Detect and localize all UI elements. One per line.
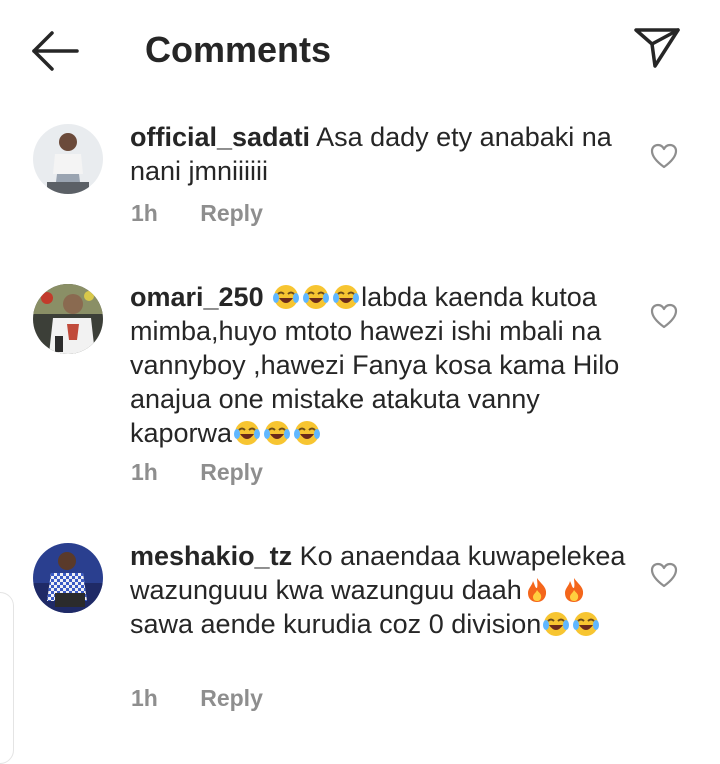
reply-button[interactable]: Reply [200,200,263,226]
reply-button[interactable]: Reply [200,685,263,711]
comment-time: 1h [131,200,158,226]
face-with-tears-of-joy-icon [333,285,360,309]
like-button[interactable] [650,143,678,169]
comment-meta: 1h Reply [131,198,263,228]
face-with-tears-of-joy-icon [294,421,321,445]
face-with-tears-of-joy-icon [573,612,600,636]
back-button[interactable] [30,28,82,74]
face-with-tears-of-joy-icon [543,612,570,636]
fire-icon [565,578,584,602]
face-with-tears-of-joy-icon [234,421,261,445]
comment-username[interactable]: meshakio_tz [130,541,292,571]
paper-plane-icon [634,28,680,68]
edge-card [0,592,14,764]
face-with-tears-of-joy-icon [303,285,330,309]
avatar[interactable] [33,124,103,194]
comment-time: 1h [131,459,158,485]
fire-icon [527,578,546,602]
comment-text: meshakio_tz Ko anaendaa kuwapelekea wazu… [130,539,630,641]
heart-icon [650,143,678,169]
face-with-tears-of-joy-icon [264,421,291,445]
comment-time: 1h [131,685,158,711]
heart-icon [650,562,678,588]
avatar[interactable] [33,543,103,613]
reply-button[interactable]: Reply [200,459,263,485]
comment-username[interactable]: omari_250 [130,282,264,312]
comment-meta: 1h Reply [131,683,263,713]
comment-body: sawa aende kurudia coz 0 division [130,609,542,639]
comment-text: omari_250 labda kaenda kutoa mimba,huyo … [130,280,630,450]
like-button[interactable] [650,303,678,329]
page-title: Comments [145,29,332,70]
share-button[interactable] [632,26,682,70]
header-bar: Comments [0,0,720,100]
like-button[interactable] [650,562,678,588]
comment-username[interactable]: official_sadati [130,122,310,152]
comment-meta: 1h Reply [131,457,263,487]
comment-text: official_sadati Asa dady ety anabaki na … [130,120,630,188]
avatar[interactable] [33,284,103,354]
arrow-left-icon [32,31,79,71]
face-with-tears-of-joy-icon [273,285,300,309]
heart-icon [650,303,678,329]
